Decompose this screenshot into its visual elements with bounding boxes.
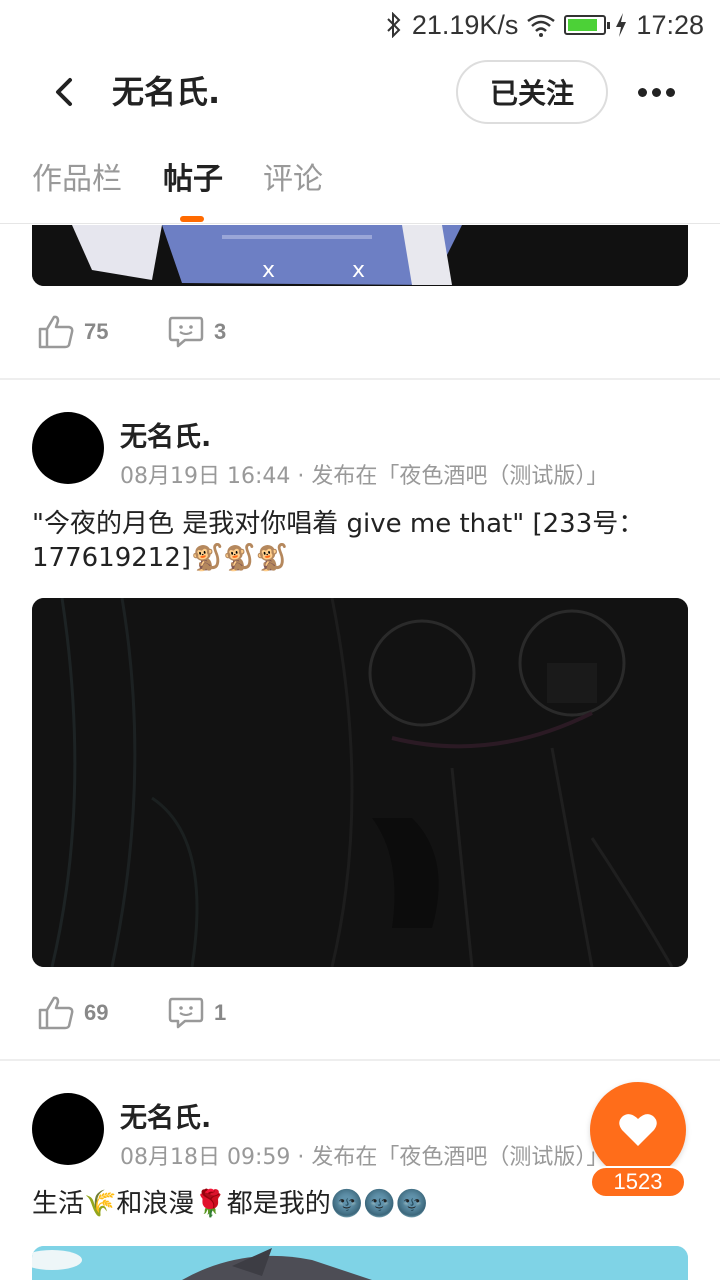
thumbs-up-icon	[38, 315, 74, 349]
post-image[interactable]	[32, 1246, 688, 1280]
post-text[interactable]: "今夜的月色 是我对你唱着 give me that" [233号：177619…	[32, 507, 688, 575]
active-tab-indicator	[180, 216, 204, 222]
divider	[0, 378, 720, 380]
charging-icon	[616, 13, 627, 37]
page-title: 无名氏.	[112, 73, 221, 111]
more-button[interactable]	[628, 72, 684, 112]
tab-bar: 作品栏 帖子 评论	[0, 150, 720, 224]
net-speed: 21.19K/s	[411, 9, 519, 40]
post-forum[interactable]: · 发布在「夜色酒吧（测试版）」	[297, 1145, 608, 1170]
heart-count-badge: 1523	[590, 1166, 686, 1198]
back-button[interactable]	[44, 70, 84, 114]
like-count: 69	[84, 1000, 109, 1025]
wifi-icon	[527, 14, 556, 37]
avatar[interactable]	[32, 1093, 104, 1165]
tab-posts[interactable]: 帖子	[163, 158, 223, 202]
heart-fab-button[interactable]	[590, 1082, 686, 1178]
post-text[interactable]: 生活🌾和浪漫🌹都是我的🌚🌚🌚	[32, 1187, 688, 1221]
svg-text:x: x	[262, 258, 275, 283]
avatar[interactable]	[32, 412, 104, 484]
comment-icon	[168, 997, 204, 1029]
like-count: 75	[84, 319, 109, 344]
comment-button[interactable]: 3	[168, 315, 226, 349]
header: 无名氏. 已关注	[0, 56, 720, 128]
post-forum[interactable]: · 发布在「夜色酒吧（测试版）」	[297, 464, 608, 489]
post-date: 08月19日 16:44	[120, 464, 291, 489]
author-name[interactable]: 无名氏.	[120, 1096, 211, 1135]
author-name[interactable]: 无名氏.	[120, 415, 211, 454]
clock: 17:28	[636, 9, 704, 40]
tab-works[interactable]: 作品栏	[32, 158, 122, 202]
comment-icon	[168, 316, 204, 348]
heart-icon	[619, 1114, 657, 1146]
chevron-left-icon	[56, 78, 72, 106]
thumbs-up-icon	[38, 996, 74, 1030]
post-date: 08月18日 09:59	[120, 1145, 291, 1170]
divider	[0, 1059, 720, 1061]
battery-icon	[564, 15, 611, 35]
post-meta: 08月19日 16:44 · 发布在「夜色酒吧（测试版）」	[120, 458, 608, 490]
post-meta: 08月18日 09:59 · 发布在「夜色酒吧（测试版）」	[120, 1139, 608, 1171]
follow-button[interactable]: 已关注	[456, 60, 608, 124]
post-image[interactable]	[32, 598, 688, 967]
comment-count: 3	[214, 319, 227, 344]
like-button[interactable]: 69	[38, 996, 108, 1030]
comment-count: 1	[214, 1000, 227, 1025]
like-button[interactable]: 75	[38, 315, 108, 349]
tab-comments[interactable]: 评论	[263, 158, 323, 202]
post-image[interactable]: x x	[32, 225, 688, 286]
comment-button[interactable]: 1	[168, 996, 226, 1030]
bluetooth-icon	[387, 12, 401, 38]
more-dots-icon	[637, 87, 647, 97]
status-bar: 21.19K/s 17:28	[0, 0, 720, 50]
svg-text:x: x	[352, 258, 365, 283]
